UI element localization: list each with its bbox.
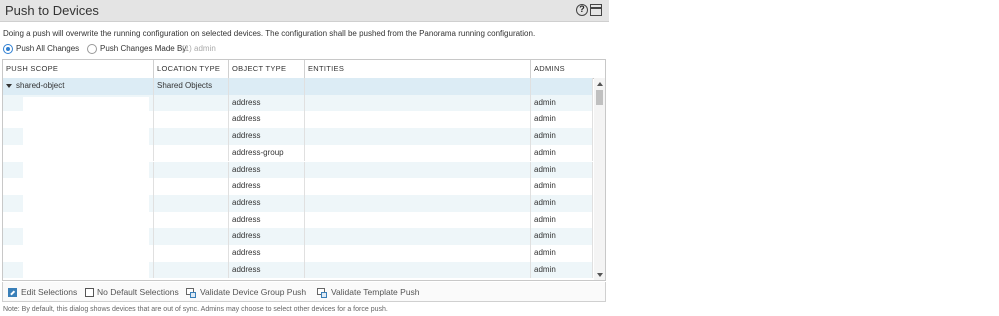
push-all-label[interactable]: Push All Changes xyxy=(16,44,79,53)
location-type-cell xyxy=(154,128,229,145)
location-type-cell xyxy=(154,261,229,279)
location-type-cell xyxy=(154,94,229,112)
dialog-description: Doing a push will overwrite the running … xyxy=(3,29,536,38)
group-location-cell: Shared Objects xyxy=(154,78,229,95)
location-type-cell xyxy=(154,161,229,179)
entities-cell xyxy=(305,245,531,262)
dialog-titlebar: Push to Devices ? xyxy=(0,0,609,22)
push-to-devices-dialog: Push to Devices ? Doing a push will over… xyxy=(0,0,609,316)
location-type-cell xyxy=(154,144,229,162)
admins-cell: admin xyxy=(531,178,593,195)
entities-cell xyxy=(305,94,531,112)
entities-cell xyxy=(305,161,531,179)
expand-triangle-icon[interactable] xyxy=(6,83,12,88)
object-type-cell: address xyxy=(229,211,305,229)
entities-cell xyxy=(305,211,531,229)
admins-cell: admin xyxy=(531,261,593,279)
entities-cell xyxy=(305,261,531,279)
no-default-selections-label: No Default Selections xyxy=(97,287,179,297)
admins-cell xyxy=(531,78,593,95)
table-header: PUSH SCOPE LOCATION TYPE OBJECT TYPE ENT… xyxy=(3,60,605,79)
location-type-cell xyxy=(154,211,229,229)
redacted-area xyxy=(23,97,149,280)
help-icon[interactable]: ? xyxy=(576,4,588,16)
dialog-title: Push to Devices xyxy=(5,3,99,18)
object-type-cell: address xyxy=(229,245,305,262)
edit-selections-label: Edit Selections xyxy=(21,287,78,297)
object-type-cell: address xyxy=(229,194,305,212)
entities-cell xyxy=(305,194,531,212)
no-default-selections-checkbox[interactable]: No Default Selections xyxy=(85,286,179,298)
column-header-location-type[interactable]: LOCATION TYPE xyxy=(154,60,229,78)
object-type-cell: address-group xyxy=(229,144,305,162)
object-type-cell: address xyxy=(229,128,305,145)
entities-cell xyxy=(305,78,531,95)
scrollbar-thumb[interactable] xyxy=(596,90,603,105)
validate-icon xyxy=(186,287,197,298)
location-type-cell xyxy=(154,111,229,129)
admins-cell: admin xyxy=(531,245,593,262)
validate-template-push-button[interactable]: Validate Template Push xyxy=(317,286,420,298)
entities-cell xyxy=(305,128,531,145)
push-by-radio[interactable] xyxy=(87,44,97,54)
admins-cell: admin xyxy=(531,94,593,112)
admins-cell: admin xyxy=(531,111,593,129)
column-header-admins[interactable]: ADMINS xyxy=(531,60,605,78)
admins-cell: admin xyxy=(531,211,593,229)
push-all-radio[interactable] xyxy=(3,44,13,54)
group-scope-label: shared-object xyxy=(16,81,65,90)
column-header-object-type[interactable]: OBJECT TYPE xyxy=(229,60,305,78)
object-type-cell xyxy=(229,78,305,95)
validate-template-push-label: Validate Template Push xyxy=(331,287,420,297)
object-type-cell: address xyxy=(229,161,305,179)
admins-cell: admin xyxy=(531,161,593,179)
checkbox-icon[interactable] xyxy=(85,288,94,298)
entities-cell xyxy=(305,111,531,129)
push-by-label[interactable]: Push Changes Made By: xyxy=(100,44,189,53)
scroll-up-icon[interactable] xyxy=(597,82,603,86)
entities-cell xyxy=(305,178,531,195)
table-group-row[interactable]: shared-object Shared Objects xyxy=(3,78,593,95)
entities-cell xyxy=(305,144,531,162)
object-type-cell: address xyxy=(229,178,305,195)
object-type-cell: address xyxy=(229,94,305,112)
maximize-icon[interactable] xyxy=(590,4,602,16)
location-type-cell xyxy=(154,178,229,195)
push-scope-table: PUSH SCOPE LOCATION TYPE OBJECT TYPE ENT… xyxy=(2,59,606,281)
admins-cell: admin xyxy=(531,144,593,162)
dialog-toolbar: Edit Selections No Default Selections Va… xyxy=(2,282,606,302)
location-type-cell xyxy=(154,194,229,212)
object-type-cell: address xyxy=(229,228,305,245)
vertical-scrollbar[interactable] xyxy=(594,78,605,280)
validate-device-group-push-label: Validate Device Group Push xyxy=(200,287,307,297)
object-type-cell: address xyxy=(229,261,305,279)
scroll-down-icon[interactable] xyxy=(597,273,603,277)
entities-cell xyxy=(305,228,531,245)
location-type-cell xyxy=(154,245,229,262)
admins-cell: admin xyxy=(531,228,593,245)
object-type-cell: address xyxy=(229,111,305,129)
edit-selections-button[interactable]: Edit Selections xyxy=(8,286,77,298)
dialog-note: Note: By default, this dialog shows devi… xyxy=(3,306,388,313)
validate-icon xyxy=(317,287,328,298)
group-scope-cell: shared-object xyxy=(3,78,154,95)
validate-device-group-push-button[interactable]: Validate Device Group Push xyxy=(186,286,306,298)
admins-cell: admin xyxy=(531,194,593,212)
column-header-entities[interactable]: ENTITIES xyxy=(305,60,531,78)
push-by-admin-value: (1) admin xyxy=(182,44,216,53)
admins-cell: admin xyxy=(531,128,593,145)
edit-icon xyxy=(8,288,17,298)
location-type-cell xyxy=(154,228,229,245)
column-header-push-scope[interactable]: PUSH SCOPE xyxy=(3,60,154,78)
